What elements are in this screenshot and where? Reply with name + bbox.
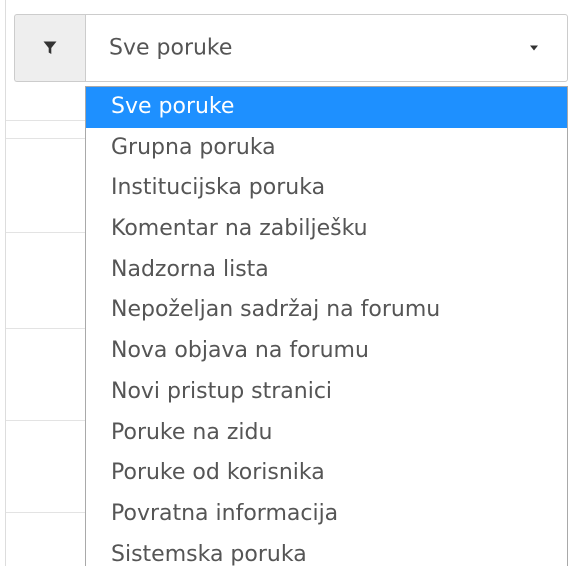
option-nepozeljan-sadrzaj[interactable]: Nepoželjan sadržaj na forumu — [86, 290, 567, 331]
option-poruke-od-korisnika[interactable]: Poruke od korisnika — [86, 453, 567, 494]
option-komentar-na-zabiljesku[interactable]: Komentar na zabilješku — [86, 209, 567, 250]
message-type-select[interactable]: Sve poruke — [85, 14, 568, 82]
option-nova-objava-na-forumu[interactable]: Nova objava na forumu — [86, 331, 567, 372]
filter-icon — [43, 41, 57, 55]
option-sve-poruke[interactable]: Sve poruke — [86, 87, 567, 128]
option-grupna-poruka[interactable]: Grupna poruka — [86, 128, 567, 169]
option-nadzorna-lista[interactable]: Nadzorna lista — [86, 250, 567, 291]
select-current-value: Sve poruke — [109, 35, 233, 61]
chevron-down-icon — [530, 45, 538, 51]
option-povratna-informacija[interactable]: Povratna informacija — [86, 494, 567, 535]
option-sistemska-poruka[interactable]: Sistemska poruka — [86, 535, 567, 566]
option-novi-pristup-stranici[interactable]: Novi pristup stranici — [86, 372, 567, 413]
page: Sve poruke Sve poruke Grupna poruka Inst… — [0, 0, 571, 566]
option-poruke-na-zidu[interactable]: Poruke na zidu — [86, 413, 567, 454]
option-institucijska-poruka[interactable]: Institucijska poruka — [86, 168, 567, 209]
filter-addon — [14, 14, 85, 82]
message-type-dropdown: Sve poruke Grupna poruka Institucijska p… — [85, 86, 568, 566]
